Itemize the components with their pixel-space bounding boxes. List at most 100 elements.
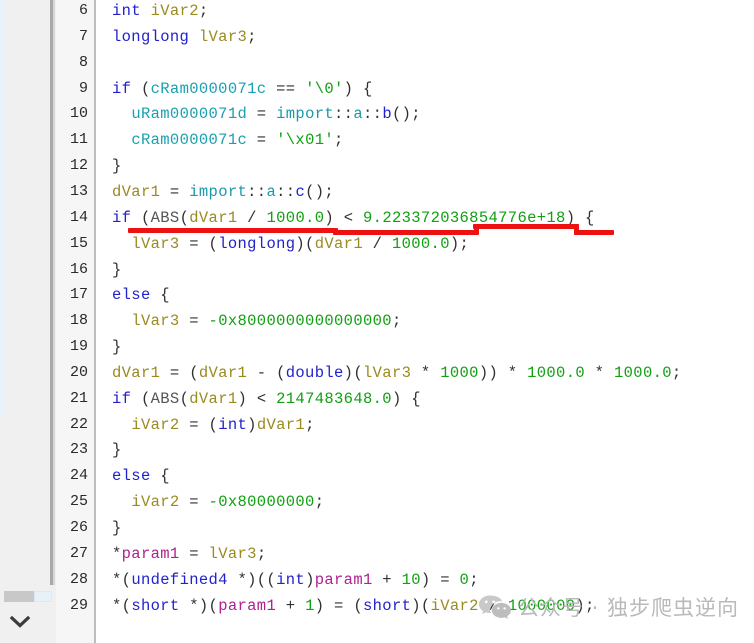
code-line[interactable]: uRam0000071d = import::a::b(); <box>112 105 421 123</box>
code-line[interactable]: else { <box>112 467 170 485</box>
code-token: iVar2 <box>430 596 479 615</box>
code-token: * <box>585 363 614 382</box>
code-token: double <box>285 363 344 382</box>
code-token: a <box>266 182 277 201</box>
code-line[interactable]: int iVar2; <box>112 2 209 20</box>
line-number: 29 <box>69 596 88 614</box>
code-token: } <box>112 338 122 357</box>
code-token: )) * <box>478 363 528 382</box>
code-token: dVar1 <box>256 415 306 434</box>
code-token: import <box>276 105 335 124</box>
code-token: c <box>295 182 306 201</box>
code-token: ( <box>179 208 190 227</box>
code-token: lVar3 <box>208 544 257 563</box>
line-number: 25 <box>69 493 88 511</box>
code-token: ( <box>131 389 151 408</box>
code-line[interactable]: } <box>112 519 122 537</box>
code-line[interactable]: longlong lVar3; <box>112 28 257 46</box>
code-token: int <box>276 570 306 589</box>
code-line[interactable]: iVar2 = -0x80000000; <box>112 493 324 511</box>
line-number: 28 <box>69 570 88 588</box>
red-underline-segment <box>574 230 614 235</box>
code-line[interactable]: *(short *)(param1 + 1) = (short)(iVar2 /… <box>112 597 595 615</box>
code-token: * <box>112 544 122 563</box>
left-side-panel <box>0 0 44 643</box>
code-token: = <box>179 544 209 563</box>
scroll-down-button[interactable] <box>6 609 34 635</box>
code-token: -0x80000000 <box>208 493 315 512</box>
code-token: :: <box>276 182 296 201</box>
red-underline-segment <box>474 224 479 234</box>
code-token: :: <box>363 105 383 124</box>
code-token: )( <box>411 596 431 615</box>
code-token: dVar1 <box>189 208 238 227</box>
code-line[interactable]: *(undefined4 *)((int)param1 + 10) = 0; <box>112 571 479 589</box>
code-token: else <box>112 286 151 305</box>
code-token: } <box>112 441 122 460</box>
code-token: } <box>112 260 122 279</box>
code-token: * <box>411 363 441 382</box>
line-number: 27 <box>69 544 88 562</box>
code-token: ; <box>314 493 325 512</box>
code-token: int <box>112 2 141 20</box>
code-line[interactable]: dVar1 = (dVar1 - (double)(lVar3 * 1000))… <box>112 364 682 382</box>
code-token: uRam0000071d <box>131 105 248 124</box>
code-token: 1000.0 <box>266 208 325 227</box>
code-line[interactable]: iVar2 = (int)dVar1; <box>112 416 315 434</box>
horizontal-scrollbar-thumb[interactable] <box>4 591 34 602</box>
code-token: ) { <box>343 79 373 98</box>
code-line[interactable]: lVar3 = (longlong)(dVar1 / 1000.0); <box>112 235 469 253</box>
code-token: :: <box>247 182 267 201</box>
code-token: ) = <box>420 570 460 589</box>
code-line[interactable]: } <box>112 441 122 459</box>
code-token: lVar3 <box>131 312 180 331</box>
code-token: *)( <box>179 596 219 615</box>
code-token: ) <box>305 570 315 589</box>
code-token: ; <box>334 131 344 150</box>
code-token: = ( <box>179 415 219 434</box>
code-token: 1000.0 <box>613 363 672 382</box>
line-number: 19 <box>69 338 88 356</box>
code-token: ; <box>247 27 257 46</box>
line-number: 20 <box>69 363 88 381</box>
code-token: ) < <box>237 389 277 408</box>
code-line[interactable]: } <box>112 261 122 279</box>
code-token: if <box>112 208 132 227</box>
code-line[interactable] <box>112 54 122 72</box>
code-token: param1 <box>121 544 180 563</box>
code-line[interactable]: if (ABS(dVar1) < 2147483648.0) { <box>112 390 421 408</box>
code-token: ABS <box>150 208 180 227</box>
horizontal-scrollbar[interactable] <box>0 585 56 643</box>
code-token: *( <box>112 570 132 589</box>
code-editor-area[interactable]: int iVar2; longlong lVar3; if (cRam000007… <box>98 0 754 643</box>
code-token: 1000.0 <box>527 363 586 382</box>
code-token: / <box>478 596 508 615</box>
code-line[interactable]: cRam0000071c = '\x01'; <box>112 131 344 149</box>
code-token: iVar2 <box>131 415 180 434</box>
line-number: 21 <box>69 389 88 407</box>
code-token: } <box>112 519 122 537</box>
code-token: = <box>247 105 277 124</box>
code-line[interactable]: else { <box>112 286 170 304</box>
horizontal-scrollbar-track[interactable] <box>34 591 52 602</box>
code-line[interactable]: lVar3 = -0x8000000000000000; <box>112 312 402 330</box>
code-token: *)(( <box>227 570 277 589</box>
code-line[interactable]: } <box>112 157 122 175</box>
code-line[interactable]: *param1 = lVar3; <box>112 545 266 563</box>
code-token: ) < <box>324 208 364 227</box>
code-token: ); <box>449 234 470 253</box>
code-token: -0x8000000000000000 <box>208 312 392 331</box>
code-token: = <box>160 182 190 201</box>
code-token: cRam0000071c <box>150 79 267 98</box>
code-token: ; <box>198 2 209 20</box>
code-line[interactable]: dVar1 = import::a::c(); <box>112 183 334 201</box>
code-token: 10 <box>401 570 421 589</box>
code-token: 1000.0 <box>391 234 450 253</box>
code-line[interactable]: } <box>112 338 122 356</box>
code-line[interactable]: if (cRam0000071c == '\0') { <box>112 80 373 98</box>
code-token: ; <box>256 544 267 563</box>
code-token: lVar3 <box>189 27 248 46</box>
